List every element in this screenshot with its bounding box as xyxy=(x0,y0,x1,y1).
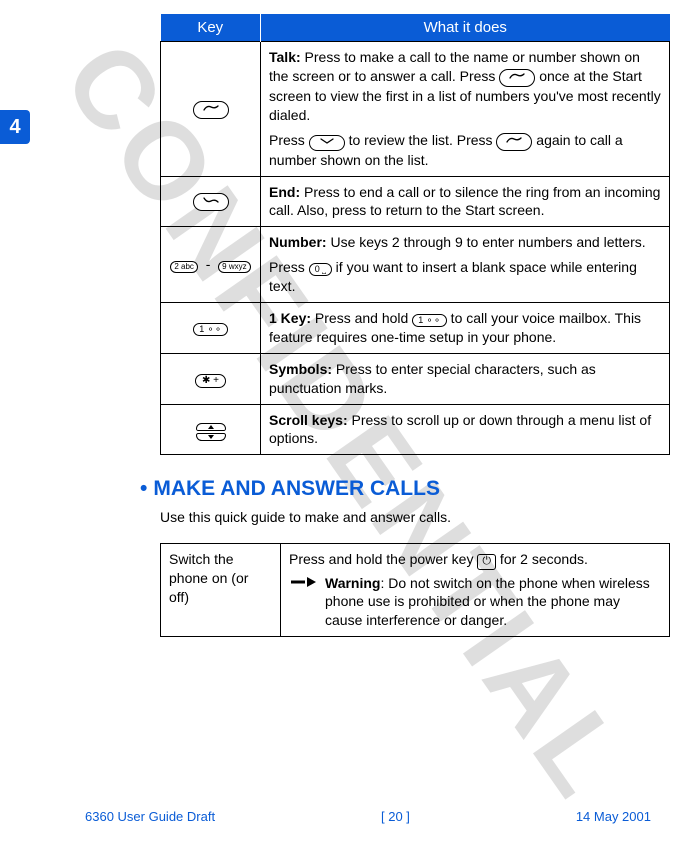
talk-label: Talk: xyxy=(269,49,301,65)
table-row: Scroll keys: Press to scroll up or down … xyxy=(161,404,670,455)
key-functions-table: Key What it does Talk: Press to make a c… xyxy=(160,14,670,455)
power-key-icon: ⏻ xyxy=(477,554,496,569)
table-row: ✱ + Symbols: Press to enter special char… xyxy=(161,353,670,404)
text: Press and hold xyxy=(311,310,412,326)
end-label: End: xyxy=(269,184,300,200)
scroll-keys-icon xyxy=(196,423,226,441)
page-content: Key What it does Talk: Press to make a c… xyxy=(160,14,670,637)
text: Use keys 2 through 9 to enter numbers an… xyxy=(327,234,646,250)
text: Press xyxy=(269,132,309,148)
calls-table: Switch the phone on (or off) Press and h… xyxy=(160,543,670,637)
section-intro: Use this quick guide to make and answer … xyxy=(160,509,670,525)
table-row: Switch the phone on (or off) Press and h… xyxy=(161,544,670,637)
text: to review the list. Press xyxy=(345,132,497,148)
one-key-label: 1 Key: xyxy=(269,310,311,326)
table-row: Talk: Press to make a call to the name o… xyxy=(161,42,670,177)
column-header-key: Key xyxy=(161,14,261,42)
zero-key-icon: 0 ⎵ xyxy=(309,263,332,276)
page-footer: 6360 User Guide Draft [ 20 ] 14 May 2001 xyxy=(85,809,651,824)
scroll-down-key-icon xyxy=(309,135,345,151)
chapter-tab: 4 xyxy=(0,110,30,144)
number-keys-icon: 2 abc - 9 wxyz xyxy=(170,256,250,272)
talk-key-icon xyxy=(499,69,535,87)
table-row: 2 abc - 9 wxyz Number: Use keys 2 throug… xyxy=(161,227,670,303)
column-header-desc: What it does xyxy=(261,14,670,42)
text: Press to end a call or to silence the ri… xyxy=(269,184,660,219)
number-label: Number: xyxy=(269,234,327,250)
warning-label: Warning xyxy=(325,575,380,591)
star-key-icon: ✱ + xyxy=(195,374,226,388)
footer-page-number: [ 20 ] xyxy=(381,809,410,824)
talk-key-icon xyxy=(496,133,532,151)
scroll-label: Scroll keys: xyxy=(269,412,348,428)
text: for 2 seconds. xyxy=(496,551,588,567)
text: Press xyxy=(269,259,309,275)
table-row: 1 ⚬⚬ 1 Key: Press and hold 1 ⚬⚬ to call … xyxy=(161,303,670,354)
talk-key-icon xyxy=(193,101,229,119)
end-key-icon xyxy=(193,193,229,211)
one-key-icon: 1 ⚬⚬ xyxy=(412,314,447,327)
footer-left: 6360 User Guide Draft xyxy=(85,809,215,824)
table-row: End: Press to end a call or to silence t… xyxy=(161,176,670,227)
section-title: MAKE AND ANSWER CALLS xyxy=(153,477,440,500)
text: Press and hold the power key xyxy=(289,551,477,567)
section-heading: • MAKE AND ANSWER CALLS xyxy=(140,477,670,501)
switch-phone-label: Switch the phone on (or off) xyxy=(161,544,281,637)
footer-date: 14 May 2001 xyxy=(576,809,651,824)
bullet-icon: • xyxy=(140,477,147,500)
warning-arrow-icon xyxy=(289,574,317,590)
symbols-label: Symbols: xyxy=(269,361,332,377)
one-key-icon: 1 ⚬⚬ xyxy=(193,323,228,336)
